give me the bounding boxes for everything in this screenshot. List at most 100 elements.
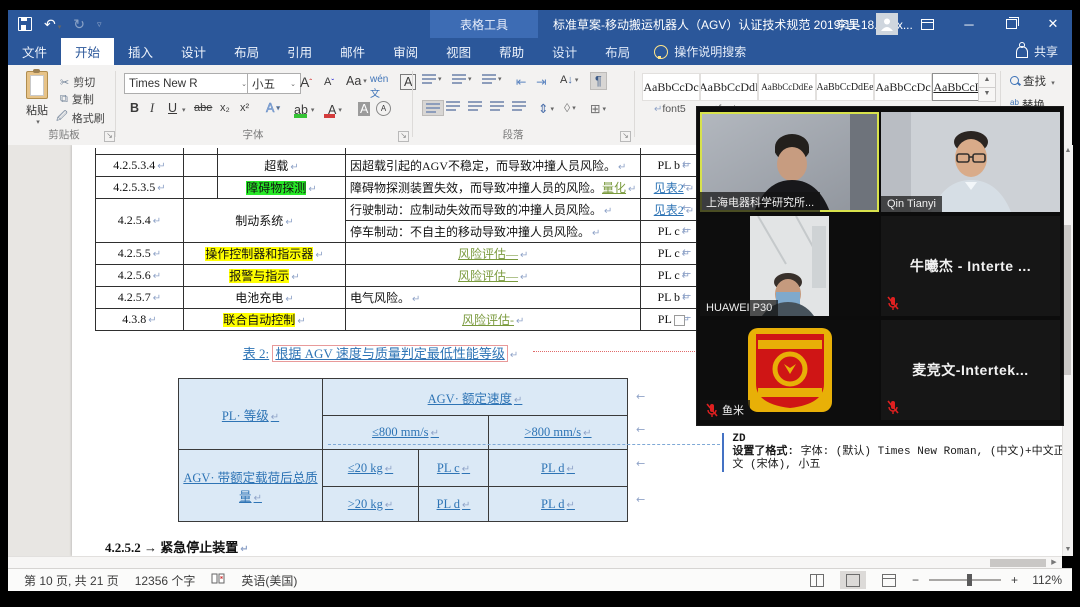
avatar[interactable] bbox=[876, 13, 898, 35]
tab-help[interactable]: 帮助 bbox=[485, 38, 538, 65]
subscript-button[interactable]: x₂ bbox=[220, 102, 230, 114]
ribbon-display-options-button[interactable] bbox=[914, 11, 940, 37]
minimize-button[interactable]: ─ bbox=[956, 11, 982, 37]
table-resize-grip[interactable] bbox=[674, 315, 685, 326]
see-table2-link[interactable]: 见表2 bbox=[654, 203, 684, 217]
bullets-button[interactable]: ▾ bbox=[422, 74, 442, 84]
zoom-in-button[interactable]: + bbox=[1011, 573, 1018, 587]
shrink-font-button[interactable]: Aˇ bbox=[324, 76, 334, 88]
tab-table-layout[interactable]: 布局 bbox=[591, 38, 644, 65]
tab-view[interactable]: 视图 bbox=[432, 38, 485, 65]
style-item-2[interactable]: AaBbCcDdI bbox=[700, 73, 758, 101]
align-center-button[interactable] bbox=[446, 101, 460, 111]
scroll-down-icon[interactable]: ▼ bbox=[1063, 544, 1073, 556]
vertical-scroll-thumb[interactable] bbox=[1063, 225, 1071, 375]
find-button[interactable]: 查找 ▾ bbox=[1010, 73, 1055, 89]
format-painter-button[interactable]: 🖉格式刷 bbox=[56, 108, 105, 127]
italic-button[interactable]: I bbox=[150, 101, 154, 116]
redo-icon[interactable]: ↻ bbox=[73, 17, 85, 31]
proofing-icon[interactable] bbox=[211, 573, 225, 588]
tab-file[interactable]: 文件 bbox=[8, 38, 61, 65]
tab-table-design[interactable]: 设计 bbox=[538, 38, 591, 65]
tab-references[interactable]: 引用 bbox=[273, 38, 326, 65]
enclose-characters-button[interactable]: A bbox=[376, 101, 391, 116]
see-table2-link[interactable]: 见表2 bbox=[654, 181, 684, 195]
share-button[interactable]: 共享 bbox=[1016, 38, 1072, 65]
multilevel-list-button[interactable]: ▾ bbox=[482, 74, 502, 84]
tab-home[interactable]: 开始 bbox=[61, 38, 114, 65]
close-button[interactable]: ✕ bbox=[1040, 11, 1066, 37]
line-spacing-button[interactable]: ⇕▾ bbox=[538, 101, 554, 116]
name-tile-mai[interactable]: 麦竞文-Intertek... bbox=[881, 320, 1060, 420]
read-mode-button[interactable] bbox=[804, 571, 830, 589]
decrease-indent-button[interactable]: ⇤ bbox=[516, 74, 526, 89]
risk-eval-link[interactable]: 风险评估— bbox=[458, 269, 518, 283]
style-item-4[interactable]: AaBbCcDdEe bbox=[816, 73, 874, 101]
font-color-button[interactable]: A▾ bbox=[328, 101, 342, 118]
print-layout-button[interactable] bbox=[840, 571, 866, 589]
underline-caret-icon[interactable]: ▾ bbox=[182, 106, 186, 114]
phonetic-guide-button[interactable]: wén文 bbox=[370, 74, 388, 100]
font-name-select[interactable]: Times New R⌄ bbox=[124, 73, 252, 94]
zoom-out-button[interactable]: − bbox=[912, 573, 919, 587]
grow-font-button[interactable]: Aˆ bbox=[300, 74, 312, 90]
risk-table[interactable]: 4.2.5.3.4↵ 超载↵ 因超载引起的AGV不稳定，而导致冲撞人员风险。↵ … bbox=[95, 148, 707, 331]
qat-customize-icon[interactable]: ▿ bbox=[97, 20, 102, 29]
paragraph-dialog-launcher[interactable]: ↘ bbox=[620, 131, 631, 142]
tab-insert[interactable]: 插入 bbox=[114, 38, 167, 65]
styles-scroll-down-icon[interactable]: ▼ bbox=[978, 87, 996, 102]
justify-button[interactable] bbox=[490, 101, 504, 111]
pl-table[interactable]: PL· 等级↵ AGV· 额定速度↵ ≤800 mm/s↵ >800 mm/s↵… bbox=[178, 378, 628, 522]
language-indicator[interactable]: 英语(美国) bbox=[241, 572, 297, 589]
video-conference-overlay[interactable]: 上海电器科学研究所... Qin Tianyi bbox=[697, 107, 1063, 425]
zoom-slider-thumb[interactable] bbox=[967, 574, 972, 586]
highlight-color-button[interactable]: ab▾ bbox=[294, 101, 314, 118]
tab-review[interactable]: 审阅 bbox=[379, 38, 432, 65]
clipboard-dialog-launcher[interactable]: ↘ bbox=[104, 131, 115, 142]
video-tile-shanghai[interactable]: 上海电器科学研究所... bbox=[700, 112, 879, 212]
undo-icon[interactable]: ↶▾ bbox=[44, 17, 61, 31]
distribute-button[interactable] bbox=[512, 101, 526, 111]
font-dialog-launcher[interactable]: ↘ bbox=[398, 131, 409, 142]
borders-button[interactable]: ⊞▾ bbox=[590, 101, 606, 116]
zoom-slider[interactable] bbox=[929, 579, 1001, 581]
risk-eval-link[interactable]: 风险评估- bbox=[462, 313, 514, 327]
tab-layout[interactable]: 布局 bbox=[220, 38, 273, 65]
bold-button[interactable]: B bbox=[130, 101, 139, 115]
text-effects-button[interactable]: A▾ bbox=[266, 101, 280, 115]
paste-button[interactable]: 粘贴 ▾ bbox=[18, 71, 56, 127]
numbering-button[interactable]: ▾ bbox=[452, 74, 472, 84]
show-formatting-marks-button[interactable]: ¶ bbox=[590, 72, 607, 90]
account-user-name[interactable]: 李昊 bbox=[836, 16, 860, 33]
tab-mailings[interactable]: 邮件 bbox=[326, 38, 379, 65]
align-right-button[interactable] bbox=[468, 101, 482, 111]
horizontal-scroll-thumb[interactable] bbox=[990, 559, 1046, 567]
zoom-level[interactable]: 112% bbox=[1028, 573, 1062, 587]
style-item-1[interactable]: AaBbCcDc bbox=[642, 73, 700, 101]
increase-indent-button[interactable]: ⇥ bbox=[536, 74, 546, 89]
superscript-button[interactable]: x² bbox=[240, 102, 249, 114]
save-icon[interactable] bbox=[18, 17, 32, 31]
style-item-5[interactable]: AaBbCcDc bbox=[874, 73, 932, 101]
shading-button[interactable]: ◊▾ bbox=[564, 101, 576, 115]
styles-scroll-up-icon[interactable]: ▲ bbox=[978, 73, 996, 88]
font-size-select[interactable]: 小五⌄ bbox=[247, 73, 301, 94]
logo-tile-yumi[interactable]: 鱼米 bbox=[700, 320, 879, 420]
strikethrough-button[interactable]: abe bbox=[194, 102, 212, 114]
tell-me-search[interactable]: 操作说明搜索 bbox=[654, 38, 746, 65]
restore-button[interactable] bbox=[998, 11, 1024, 37]
video-tile-huawei-p30[interactable]: HUAWEI P30 bbox=[700, 216, 879, 316]
sort-button[interactable]: A↓▾ bbox=[560, 74, 578, 86]
character-shading-button[interactable]: A bbox=[358, 102, 370, 116]
change-case-button[interactable]: Aa▾ bbox=[346, 74, 367, 88]
copy-button[interactable]: ⧉复制 bbox=[60, 91, 94, 107]
style-item-3[interactable]: AaBbCcDdEe bbox=[758, 73, 816, 101]
align-left-button[interactable] bbox=[422, 100, 444, 116]
web-layout-button[interactable] bbox=[876, 571, 902, 589]
underline-button[interactable]: U bbox=[168, 101, 177, 115]
name-tile-niu[interactable]: 牛曦杰 - Interte ... bbox=[881, 216, 1060, 316]
revision-comment[interactable]: ZD 设置了格式: 字体: (默认) Times New Roman, (中文)… bbox=[722, 433, 1062, 472]
revision-link[interactable]: 量化 bbox=[602, 181, 626, 195]
word-count[interactable]: 12356 个字 bbox=[135, 572, 196, 589]
video-tile-qin-tianyi[interactable]: Qin Tianyi bbox=[881, 112, 1060, 212]
